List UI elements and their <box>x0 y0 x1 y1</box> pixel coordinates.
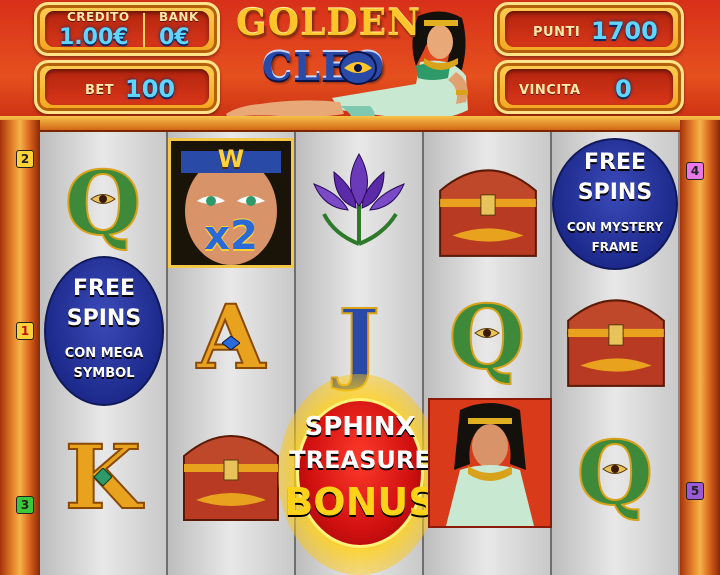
treasure-chest-icon <box>439 169 537 257</box>
free-spins-mystery-symbol: FREE SPINS CON MYSTERY FRAME <box>552 138 678 270</box>
payline-badge-3[interactable]: 3 <box>16 496 34 514</box>
wild-multiplier: x2 <box>204 213 258 259</box>
fs-mystery-line4: FRAME <box>591 240 639 254</box>
free-spins-mega-symbol: FREE SPINS CON MEGA SYMBOL <box>44 256 164 406</box>
cleopatra-portrait-icon <box>446 403 534 526</box>
right-column <box>680 120 720 575</box>
fs-mega-line4: SYMBOL <box>73 366 135 381</box>
symbol-a: A <box>168 272 294 402</box>
fs-mega-line3: CON MEGA <box>64 346 144 361</box>
eye-of-horus-logo-icon <box>339 51 377 85</box>
symbol-q: Q <box>552 408 678 538</box>
cleo-wild-symbol: W x2 <box>168 138 294 268</box>
symbol-k: K <box>40 412 166 542</box>
vincita-label: VINCITA <box>519 83 581 98</box>
bank-label: BANK <box>159 10 199 24</box>
symbol-q: Q <box>424 272 550 402</box>
lotus-flower-icon <box>313 152 405 246</box>
symbol-q: Q <box>40 138 166 268</box>
bet-label: BET <box>85 83 115 98</box>
credit-bank-panel: CREDITO 1.00€ BANK 0€ <box>34 2 220 56</box>
bet-value: 100 <box>125 75 176 103</box>
punti-panel: PUNTI 1700 <box>494 2 684 56</box>
logo-golden: GOLDEN <box>236 2 421 44</box>
wild-w: W <box>217 145 245 173</box>
panel-divider <box>143 13 145 47</box>
payline-badge-5[interactable]: 5 <box>686 482 704 500</box>
vincita-panel: VINCITA 0 <box>494 60 684 114</box>
payline-badge-2[interactable]: 2 <box>16 150 34 168</box>
credito-value: 1.00€ <box>59 25 129 50</box>
bonus-line1: SPHINX <box>304 412 416 442</box>
bonus-line2: TREASURE <box>289 446 431 474</box>
frame-lintel <box>0 116 720 132</box>
bank-value: 0€ <box>159 25 190 50</box>
treasure-chest-icon <box>183 435 279 521</box>
treasure-chest-icon <box>567 299 665 387</box>
gem-icon <box>222 336 240 350</box>
payline-badge-4[interactable]: 4 <box>686 162 704 180</box>
vincita-value: 0 <box>615 75 632 103</box>
gem-icon <box>94 468 112 486</box>
eye-icon <box>602 464 628 474</box>
fs-mega-line1: FREE <box>72 276 136 301</box>
payline-badge-1[interactable]: 1 <box>16 322 34 340</box>
punti-label: PUNTI <box>533 25 581 40</box>
cleopatra-symbol <box>428 398 552 528</box>
bonus-line3: BONUS <box>284 480 436 524</box>
eye-icon <box>474 328 500 338</box>
fs-mystery-line3: CON MYSTERY <box>566 220 664 234</box>
bet-panel[interactable]: BET 100 <box>34 60 220 114</box>
fs-mega-line2: SPINS <box>66 306 142 331</box>
punti-value: 1700 <box>591 17 658 45</box>
fs-mystery-line1: FREE <box>583 150 647 175</box>
credito-label: CREDITO <box>67 10 130 24</box>
fs-mystery-line2: SPINS <box>577 180 653 205</box>
eye-icon <box>90 194 116 204</box>
